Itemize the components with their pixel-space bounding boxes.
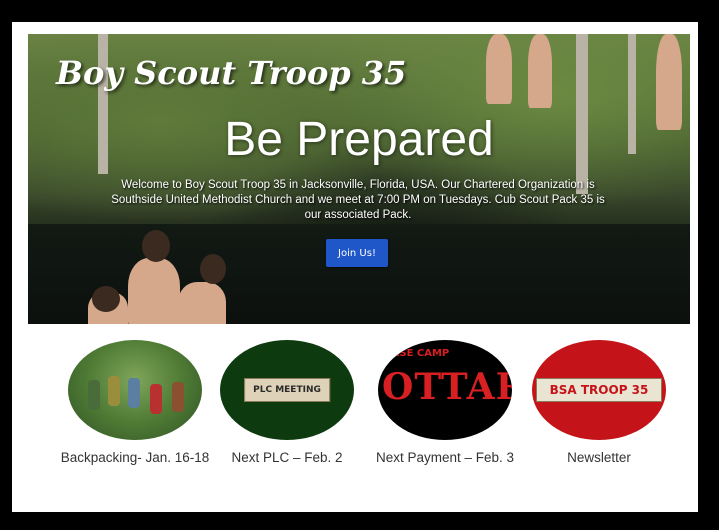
plc-meeting-sign[interactable]: PLC MEETING <box>220 340 354 440</box>
bsa-troop-35-sign[interactable]: BSA TROOP 35 <box>532 340 666 440</box>
join-us-button[interactable]: Join Us! <box>326 239 388 267</box>
ottari-text: OTTARI <box>382 366 512 408</box>
card-next-payment[interactable]: BASE CAMP OTTARI Next Payment – Feb. 3 <box>370 340 520 465</box>
hiker-figure <box>172 382 184 412</box>
site-logo[interactable]: Boy Scout Troop 35 <box>56 54 406 92</box>
page-frame: Boy Scout Troop 35 Be Prepared Welcome t… <box>12 22 698 512</box>
card-newsletter[interactable]: BSA TROOP 35 Newsletter <box>524 340 674 465</box>
card-label[interactable]: Backpacking- Jan. 16-18 <box>60 450 210 465</box>
hiker-figure <box>88 380 100 410</box>
scout-head <box>92 286 120 312</box>
scout-figure <box>528 34 552 108</box>
card-label[interactable]: Next PLC – Feb. 2 <box>212 450 362 465</box>
base-camp-ottari-sign[interactable]: BASE CAMP OTTARI <box>378 340 512 440</box>
hero-intro-text: Welcome to Boy Scout Troop 35 in Jackson… <box>111 179 605 221</box>
hiker-figure <box>128 378 140 408</box>
scout-head <box>142 230 170 262</box>
featured-cards: Backpacking- Jan. 16-18 PLC MEETING Next… <box>12 340 698 510</box>
scout-figure <box>178 282 226 324</box>
bsa-troop-35-badge: BSA TROOP 35 <box>536 378 662 402</box>
card-label[interactable]: Newsletter <box>524 450 674 465</box>
card-label[interactable]: Next Payment – Feb. 3 <box>370 450 520 465</box>
scout-figure <box>128 258 180 324</box>
card-backpacking[interactable]: Backpacking- Jan. 16-18 <box>60 340 210 465</box>
backpacking-photo[interactable] <box>68 340 202 440</box>
scout-head <box>200 254 226 284</box>
hero-headline: Be Prepared <box>224 113 494 166</box>
base-camp-text: BASE CAMP <box>384 348 450 359</box>
scout-figure <box>486 34 512 104</box>
card-next-plc[interactable]: PLC MEETING Next PLC – Feb. 2 <box>212 340 362 465</box>
hero-banner: Boy Scout Troop 35 Be Prepared Welcome t… <box>28 34 690 324</box>
plc-meeting-badge: PLC MEETING <box>244 378 330 402</box>
hiker-figure <box>108 376 120 406</box>
hiker-figure <box>150 384 162 414</box>
